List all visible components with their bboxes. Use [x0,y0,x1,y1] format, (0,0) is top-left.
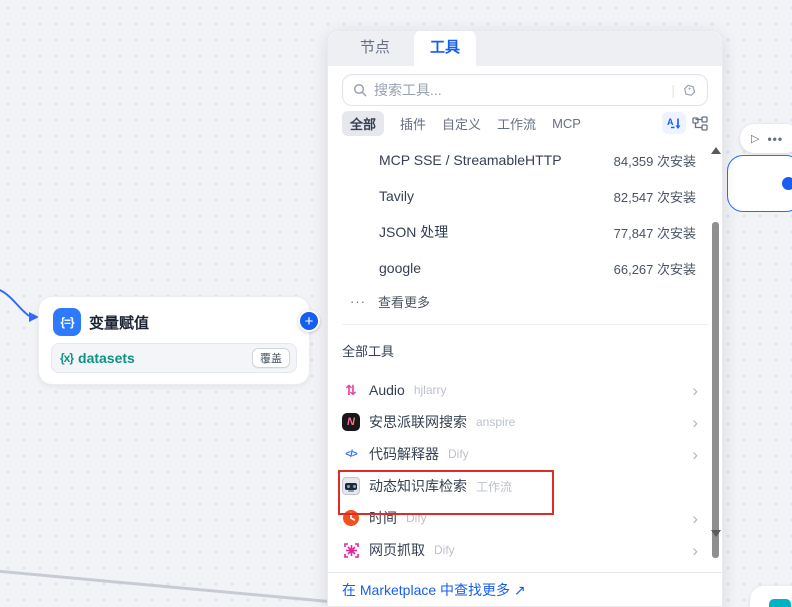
audio-icon: ⇅ [345,382,357,399]
install-count: 77,847 次安装 [614,223,696,242]
panel-footer: 在 Marketplace 中查找更多 ↗ [328,572,722,606]
variable-assigner-node[interactable]: {=} 变量赋值 + {x} datasets 覆盖 [38,296,310,385]
bottom-right-node-icon [769,599,791,607]
tool-name: MCP SSE / StreamableHTTP [379,152,562,168]
chevron-right-icon: › [692,414,698,431]
tool-row-dynamic-knowledge-retrieval[interactable]: 动态知识库检索 工作流 [328,470,722,502]
scrollbar[interactable] [711,145,720,569]
filter-row: 全部 插件 自定义 工作流 MCP A [342,112,708,134]
tab-tools[interactable]: 工具 [414,30,476,66]
more-actions-icon[interactable]: ••• [767,132,783,146]
edge-into-node [0,288,29,316]
node-title: 变量赋值 [89,312,149,333]
marketplace-link[interactable]: 在 Marketplace 中查找更多 ↗ [342,580,526,600]
tools-list: MCP SSE / StreamableHTTP 84,359 次安装 Tavi… [328,142,722,572]
tool-name: Tavily [379,188,414,204]
panel-tabstrip: 节点 工具 [328,31,722,66]
web-scraper-icon [343,542,360,559]
install-count: 84,359 次安装 [614,151,696,170]
tool-row-code-interpreter[interactable]: </> 代码解释器 Dify › [328,438,722,470]
sort-icon: A [667,116,682,131]
scrollbar-down-icon[interactable] [711,530,721,537]
scrollbar-thumb[interactable] [712,222,719,558]
tree-view-icon[interactable] [692,116,708,131]
section-divider [342,324,708,325]
variable-name: datasets [78,350,135,366]
chevron-right-icon: › [692,446,698,463]
overwrite-badge: 覆盖 [252,348,290,368]
chevron-right-icon: › [692,510,698,527]
sort-button[interactable]: A [662,112,686,134]
marketplace-row[interactable]: google 66,267 次安装 [328,250,722,286]
chevron-right-icon: › [692,542,698,559]
tag-filter-icon[interactable] [682,83,697,98]
selected-node-partial[interactable] [727,155,792,212]
search-box[interactable]: | [342,74,708,106]
tool-row-time[interactable]: 时间 Dify › [328,502,722,534]
tab-nodes[interactable]: 节点 [346,30,404,66]
svg-text:A: A [667,117,674,127]
tool-row-web-scraper[interactable]: 网页抓取 Dify › [328,534,722,566]
marketplace-row[interactable]: JSON 处理 77,847 次安装 [328,214,722,250]
bottom-right-node-partial[interactable] [750,586,792,607]
chevron-right-icon: › [692,382,698,399]
install-count: 66,267 次安装 [614,259,696,278]
all-tools-title: 全部工具 [342,341,708,360]
node-header: {=} 变量赋值 [39,297,309,343]
add-node-button[interactable]: + [298,310,320,332]
play-icon[interactable]: ▷ [751,132,759,145]
search-icon [353,83,367,97]
variable-assigner-icon: {=} [53,308,81,336]
marketplace-row[interactable]: Tavily 82,547 次安装 [328,178,722,214]
see-more-row[interactable]: ··· 查看更多 [328,286,722,316]
filter-custom[interactable]: 自定义 [442,114,481,133]
scrollbar-up-icon[interactable] [711,147,721,154]
clock-icon [342,509,360,527]
filter-all[interactable]: 全部 [342,111,384,136]
tool-row-audio[interactable]: ⇅ Audio hjlarry › [328,374,722,406]
tool-name: JSON 处理 [379,222,448,242]
marketplace-row[interactable]: MCP SSE / StreamableHTTP 84,359 次安装 [328,142,722,178]
install-count: 82,547 次安装 [614,187,696,206]
variable-icon: {x} [60,351,73,365]
robot-icon [342,477,360,495]
filter-plugin[interactable]: 插件 [400,114,426,133]
node-actions-pill[interactable]: ▷ ••• [740,124,792,153]
node-connector-handle[interactable] [780,175,792,192]
search-input[interactable] [374,82,664,98]
see-more-label: 查看更多 [378,292,430,311]
search-wrap: | [328,66,722,106]
edge-bottom-left [0,571,345,603]
filter-mcp[interactable]: MCP [552,116,581,131]
tool-name: google [379,260,421,276]
code-icon: </> [345,449,356,460]
filter-workflow[interactable]: 工作流 [497,114,536,133]
ellipsis-icon: ··· [350,294,366,309]
search-divider: | [671,82,675,98]
anspire-icon: N [342,413,360,431]
tools-panel: 节点 工具 | 全部 插件 自定义 工作流 MCP A [327,30,723,607]
variable-row[interactable]: {x} datasets 覆盖 [51,343,297,373]
tool-row-anspire[interactable]: N 安思派联网搜索 anspire › [328,406,722,438]
